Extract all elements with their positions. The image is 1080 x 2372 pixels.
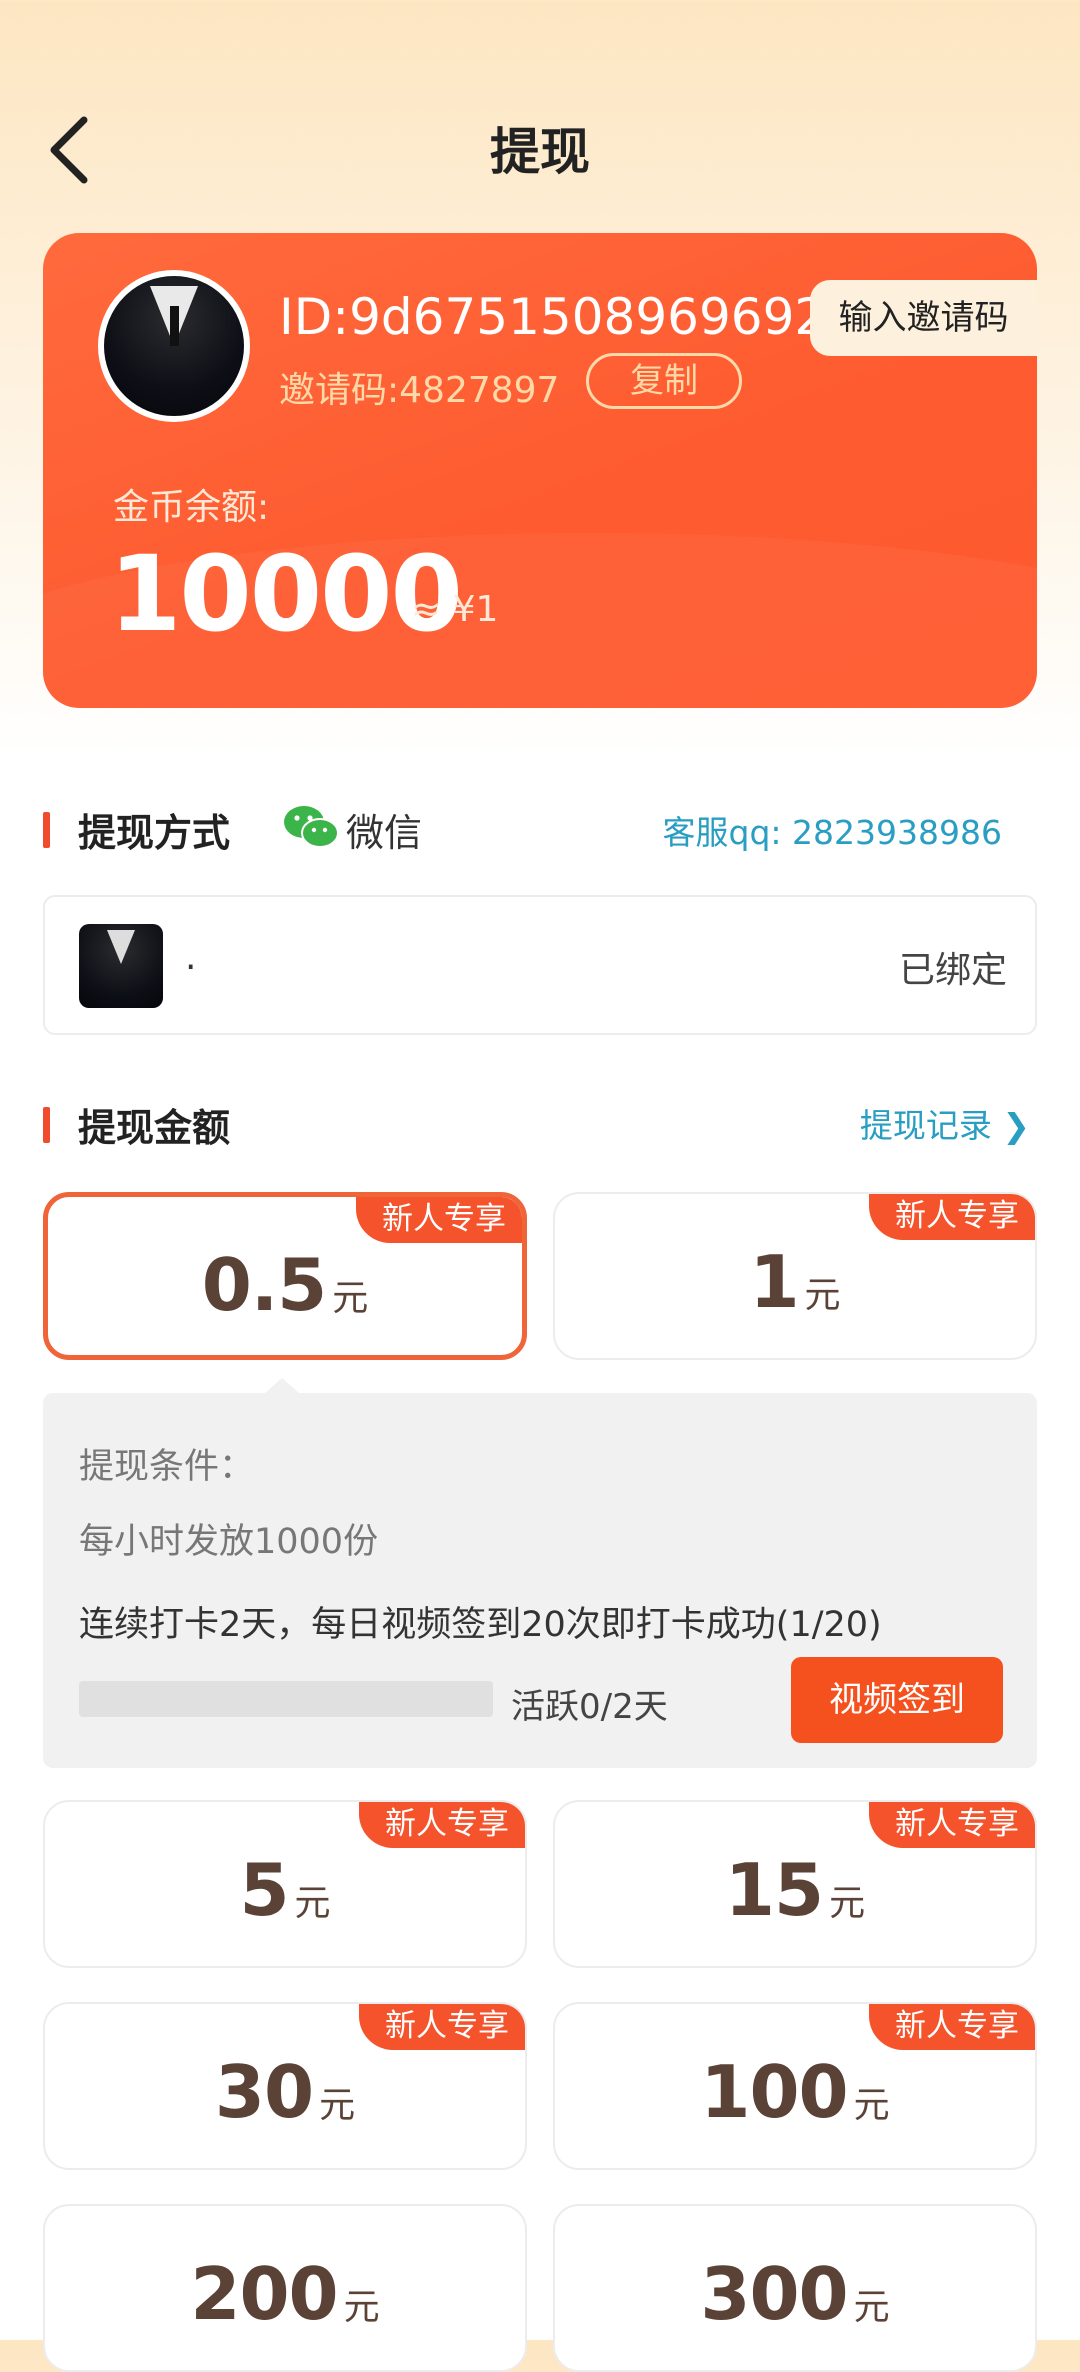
wechat-label: 微信 (346, 811, 423, 855)
conditions-title: 提现条件： (79, 1447, 255, 1487)
newcomer-tag: 新人专享 (356, 1197, 522, 1243)
wechat-icon (284, 806, 339, 848)
amount-option-100[interactable]: 新人专享 100 元 (553, 2002, 1037, 2170)
amount-value: 300 元 (555, 2252, 1035, 2336)
section-marker (43, 1107, 50, 1143)
amount-option-200[interactable]: 200 元 (43, 2204, 527, 2372)
amount-number: 30 (214, 2050, 314, 2134)
amount-option-15[interactable]: 新人专享 15 元 (553, 1800, 1037, 1968)
amount-number: 200 (190, 2252, 338, 2336)
newcomer-tag: 新人专享 (359, 2004, 525, 2050)
amount-value: 5元 (45, 1848, 525, 1932)
bound-status: 已绑定 (898, 950, 1007, 991)
amount-title: 提现金额 (78, 1106, 231, 1150)
amount-unit: 元 (804, 1275, 841, 1316)
amount-value: 200 元 (45, 2252, 525, 2336)
method-title: 提现方式 (78, 811, 231, 855)
balance-approx: ≈ ¥1 (411, 589, 499, 630)
conditions-pointer (264, 1378, 300, 1394)
active-days: 活跃0/2天 (511, 1687, 668, 1727)
bound-account-card[interactable]: . 已绑定 (43, 895, 1037, 1035)
amount-section-header: 提现金额 提现记录 ❯ (43, 1095, 1037, 1155)
amount-unit: 元 (343, 2287, 380, 2328)
amount-unit: 元 (853, 2085, 890, 2126)
amount-number: 300 (700, 2252, 848, 2336)
balance-value: 10000 (109, 533, 463, 655)
section-marker (43, 812, 50, 848)
amount-number: 15 (724, 1848, 824, 1932)
avatar (98, 270, 250, 422)
amount-value: 30 元 (45, 2050, 525, 2134)
balance-label: 金币余额: (113, 487, 270, 528)
amount-option-1[interactable]: 新人专享 1元 (553, 1192, 1037, 1360)
amount-value: 15 元 (555, 1848, 1035, 1932)
amount-number: 0.5 (201, 1243, 328, 1327)
amount-unit: 元 (853, 2287, 890, 2328)
invite-code: 邀请码:4827897 (279, 370, 560, 411)
conditions-description: 连续打卡2天，每日视频签到20次即打卡成功(1/20) (79, 1605, 882, 1645)
amount-option-300[interactable]: 300 元 (553, 2204, 1037, 2372)
amount-option-5[interactable]: 新人专享 5元 (43, 1800, 527, 1968)
amount-unit: 元 (829, 1883, 866, 1924)
amount-unit: 元 (294, 1883, 331, 1924)
newcomer-tag: 新人专享 (359, 1802, 525, 1848)
amount-number: 100 (700, 2050, 848, 2134)
activity-progress-bar (79, 1681, 493, 1717)
input-invite-code-button[interactable]: 输入邀请码 (810, 280, 1037, 356)
page-title: 提现 (490, 123, 590, 181)
amount-option-0-5[interactable]: 新人专享 0.5 元 (43, 1192, 527, 1360)
bound-account-name: . (185, 937, 197, 978)
amount-number: 1 (749, 1240, 799, 1324)
conditions-rule: 每小时发放1000份 (79, 1522, 379, 1562)
account-card: ID:9d67515089696928 邀请码:4827897 复制 输入邀请码… (43, 233, 1037, 708)
method-section-header: 提现方式 微信 客服qq: 2823938986 (43, 800, 1037, 860)
user-id: ID:9d67515089696928 (279, 288, 839, 346)
newcomer-tag: 新人专享 (869, 1194, 1035, 1240)
amount-value: 1元 (555, 1240, 1035, 1324)
bound-avatar (79, 924, 163, 1008)
video-signin-button[interactable]: 视频签到 (791, 1657, 1003, 1743)
amount-number: 5 (239, 1848, 289, 1932)
amount-unit: 元 (332, 1278, 369, 1319)
header: 提现 (0, 0, 1080, 230)
amount-unit: 元 (319, 2085, 356, 2126)
amount-value: 0.5 元 (48, 1243, 522, 1327)
newcomer-tag: 新人专享 (869, 2004, 1035, 2050)
withdraw-record-link[interactable]: 提现记录 ❯ (860, 1099, 1030, 1147)
amount-value: 100 元 (555, 2050, 1035, 2134)
newcomer-tag: 新人专享 (869, 1802, 1035, 1848)
service-qq: 客服qq: 2823938986 (662, 813, 1002, 852)
copy-button[interactable]: 复制 (586, 353, 742, 409)
amount-option-30[interactable]: 新人专享 30 元 (43, 2002, 527, 2170)
conditions-panel: 提现条件： 每小时发放1000份 连续打卡2天，每日视频签到20次即打卡成功(1… (43, 1393, 1037, 1768)
